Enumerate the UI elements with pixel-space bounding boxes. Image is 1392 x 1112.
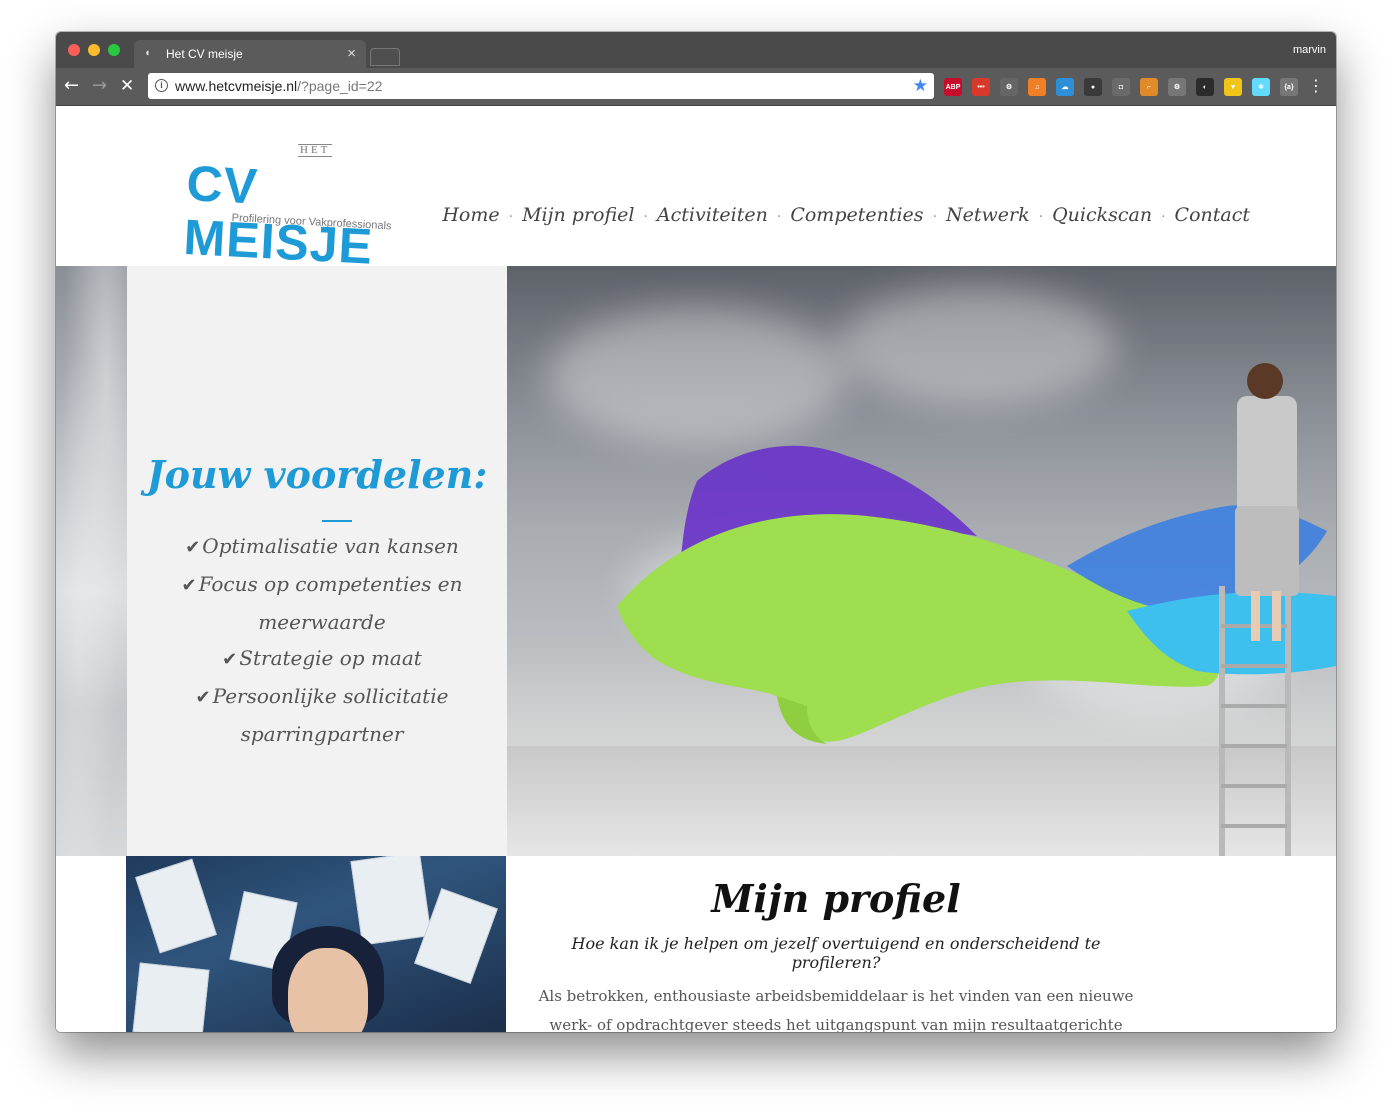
shield-extension-icon[interactable]: ▼	[1224, 78, 1242, 96]
benefit-item: ✔ Persoonlijke sollicitatie sparringpartn…	[167, 678, 477, 752]
ladder-rail-right	[1285, 566, 1291, 856]
maximize-window-button[interactable]	[108, 44, 120, 56]
camera-extension-icon[interactable]: ◘	[1112, 78, 1130, 96]
site-header: HET CV MEISJE Profilering voor Vakprofes…	[56, 106, 1336, 275]
react-extension-icon[interactable]: ⚛	[1252, 78, 1270, 96]
nav-link-activiteiten[interactable]: Activiteiten	[657, 204, 768, 226]
browser-toolbar: ← → ✕ i www.hetcvmeisje.nl/?page_id=22 ★…	[56, 68, 1336, 106]
check-icon: ✔	[181, 575, 197, 596]
nav-link-competenties[interactable]: Competenties	[790, 204, 923, 226]
info-icon[interactable]: i	[155, 79, 168, 92]
circle-extension-icon[interactable]: ◐	[1196, 78, 1214, 96]
address-bar[interactable]: i www.hetcvmeisje.nl/?page_id=22 ★	[148, 73, 934, 99]
settings-extension-icon[interactable]: ⚙	[1168, 78, 1186, 96]
browser-window: ◖ Het CV meisje × marvin ← → ✕ i www.het…	[56, 32, 1336, 1032]
title-divider	[322, 520, 352, 522]
paint-splash-illustration	[617, 363, 1336, 856]
paper-sheet	[132, 962, 210, 1032]
bookmark-star-icon[interactable]: ★	[913, 76, 928, 96]
section-subtitle: Hoe kan ik je helpen om jezelf overtuige…	[571, 934, 1101, 972]
extension-red-icon[interactable]: •••	[972, 78, 990, 96]
benefit-text: Strategie op maat	[239, 646, 422, 670]
benefits-panel: Jouw voordelen: ✔ Optimalisatie van kanse…	[127, 266, 507, 856]
extension-icons: ABP ••• ⚙ ♫ ☁ ● ◘ ⌐ ⚙ ◐ ▼ ⚛ {a}	[944, 78, 1298, 96]
nav-separator: ·	[1038, 209, 1044, 225]
back-arrow-icon[interactable]: ←	[64, 76, 79, 96]
tab-title: Het CV meisje	[166, 47, 243, 61]
hero-image	[507, 266, 1336, 856]
profile-section: Mijn profiel Hoe kan ik je helpen om jez…	[56, 856, 1336, 1032]
browser-menu-icon[interactable]: ⋮	[1308, 76, 1324, 96]
benefits-list: ✔ Optimalisatie van kansen ✔ Focus op compe…	[167, 528, 477, 752]
hero-background-strip	[56, 266, 127, 856]
stop-loading-icon[interactable]: ✕	[120, 76, 134, 96]
new-tab-button[interactable]	[370, 48, 400, 66]
benefit-item: ✔ Strategie op maat	[167, 640, 477, 678]
nav-separator: ·	[643, 209, 648, 225]
browser-tab[interactable]: ◖ Het CV meisje ×	[134, 40, 366, 68]
check-icon: ✔	[195, 687, 211, 708]
person-face	[288, 948, 368, 1032]
nav-separator: ·	[776, 209, 782, 225]
benefit-text: Focus op competenties en meerwaarde	[198, 572, 463, 634]
loading-favicon-icon: ◖	[144, 47, 151, 59]
spy-extension-icon[interactable]: ●	[1084, 78, 1102, 96]
woman-leg-right	[1272, 591, 1281, 641]
profile-photo	[126, 856, 506, 1032]
nav-link-home[interactable]: Home	[442, 204, 499, 226]
adblock-plus-icon[interactable]: ABP	[944, 78, 962, 96]
nav-link-mijn-profiel[interactable]: Mijn profiel	[522, 204, 634, 226]
paper-sheet	[135, 858, 217, 954]
benefit-text: Persoonlijke sollicitatie sparringpartne…	[212, 684, 449, 746]
gear-extension-icon[interactable]: ⚙	[1000, 78, 1018, 96]
benefit-text: Optimalisatie van kansen	[202, 534, 459, 558]
minimize-window-button[interactable]	[88, 44, 100, 56]
music-extension-icon[interactable]: ♫	[1028, 78, 1046, 96]
pin-extension-icon[interactable]: ⌐	[1140, 78, 1158, 96]
section-body: Als betrokken, enthousiaste arbeidsbemid…	[538, 987, 1134, 1032]
nav-separator: ·	[932, 209, 938, 225]
benefit-item: ✔ Focus op competenties en meerwaarde	[167, 566, 477, 640]
bracket-extension-icon[interactable]: {a}	[1280, 78, 1298, 96]
paper-sheet	[350, 856, 432, 946]
tab-close-icon[interactable]: ×	[347, 45, 356, 62]
section-title: Mijn profiel	[711, 876, 961, 921]
url-path: /?page_id=22	[297, 78, 383, 94]
page-viewport: HET CV MEISJE Profilering voor Vakprofes…	[56, 106, 1336, 1032]
benefits-title: Jouw voordelen:	[146, 452, 488, 497]
logo-het: HET	[298, 144, 333, 157]
main-navigation: Home · Mijn profiel · Activiteiten · Competent…	[442, 204, 1250, 226]
woman-head	[1247, 363, 1283, 399]
woman-body	[1237, 396, 1297, 516]
url-host: www.hetcvmeisje.nl	[175, 78, 298, 94]
check-icon: ✔	[185, 537, 201, 558]
woman-skirt	[1235, 506, 1299, 596]
url-text: www.hetcvmeisje.nl/?page_id=22	[175, 78, 382, 94]
tab-strip: ◖ Het CV meisje × marvin	[56, 32, 1336, 68]
nav-link-contact[interactable]: Contact	[1175, 204, 1250, 226]
nav-separator: ·	[508, 209, 514, 225]
close-window-button[interactable]	[68, 44, 80, 56]
nav-link-netwerk[interactable]: Netwerk	[946, 204, 1030, 226]
hero-section: Jouw voordelen: ✔ Optimalisatie van kanse…	[56, 266, 1336, 856]
nav-separator: ·	[1161, 209, 1166, 225]
woman-leg-left	[1251, 591, 1260, 641]
weather-extension-icon[interactable]: ☁	[1056, 78, 1074, 96]
benefit-item: ✔ Optimalisatie van kansen	[167, 528, 477, 566]
site-logo[interactable]: HET CV MEISJE Profilering voor Vakprofes…	[182, 144, 448, 275]
profile-name[interactable]: marvin	[1293, 44, 1326, 56]
check-icon: ✔	[222, 649, 238, 670]
nav-link-quickscan[interactable]: Quickscan	[1052, 204, 1152, 226]
forward-arrow-icon[interactable]: →	[92, 76, 107, 96]
